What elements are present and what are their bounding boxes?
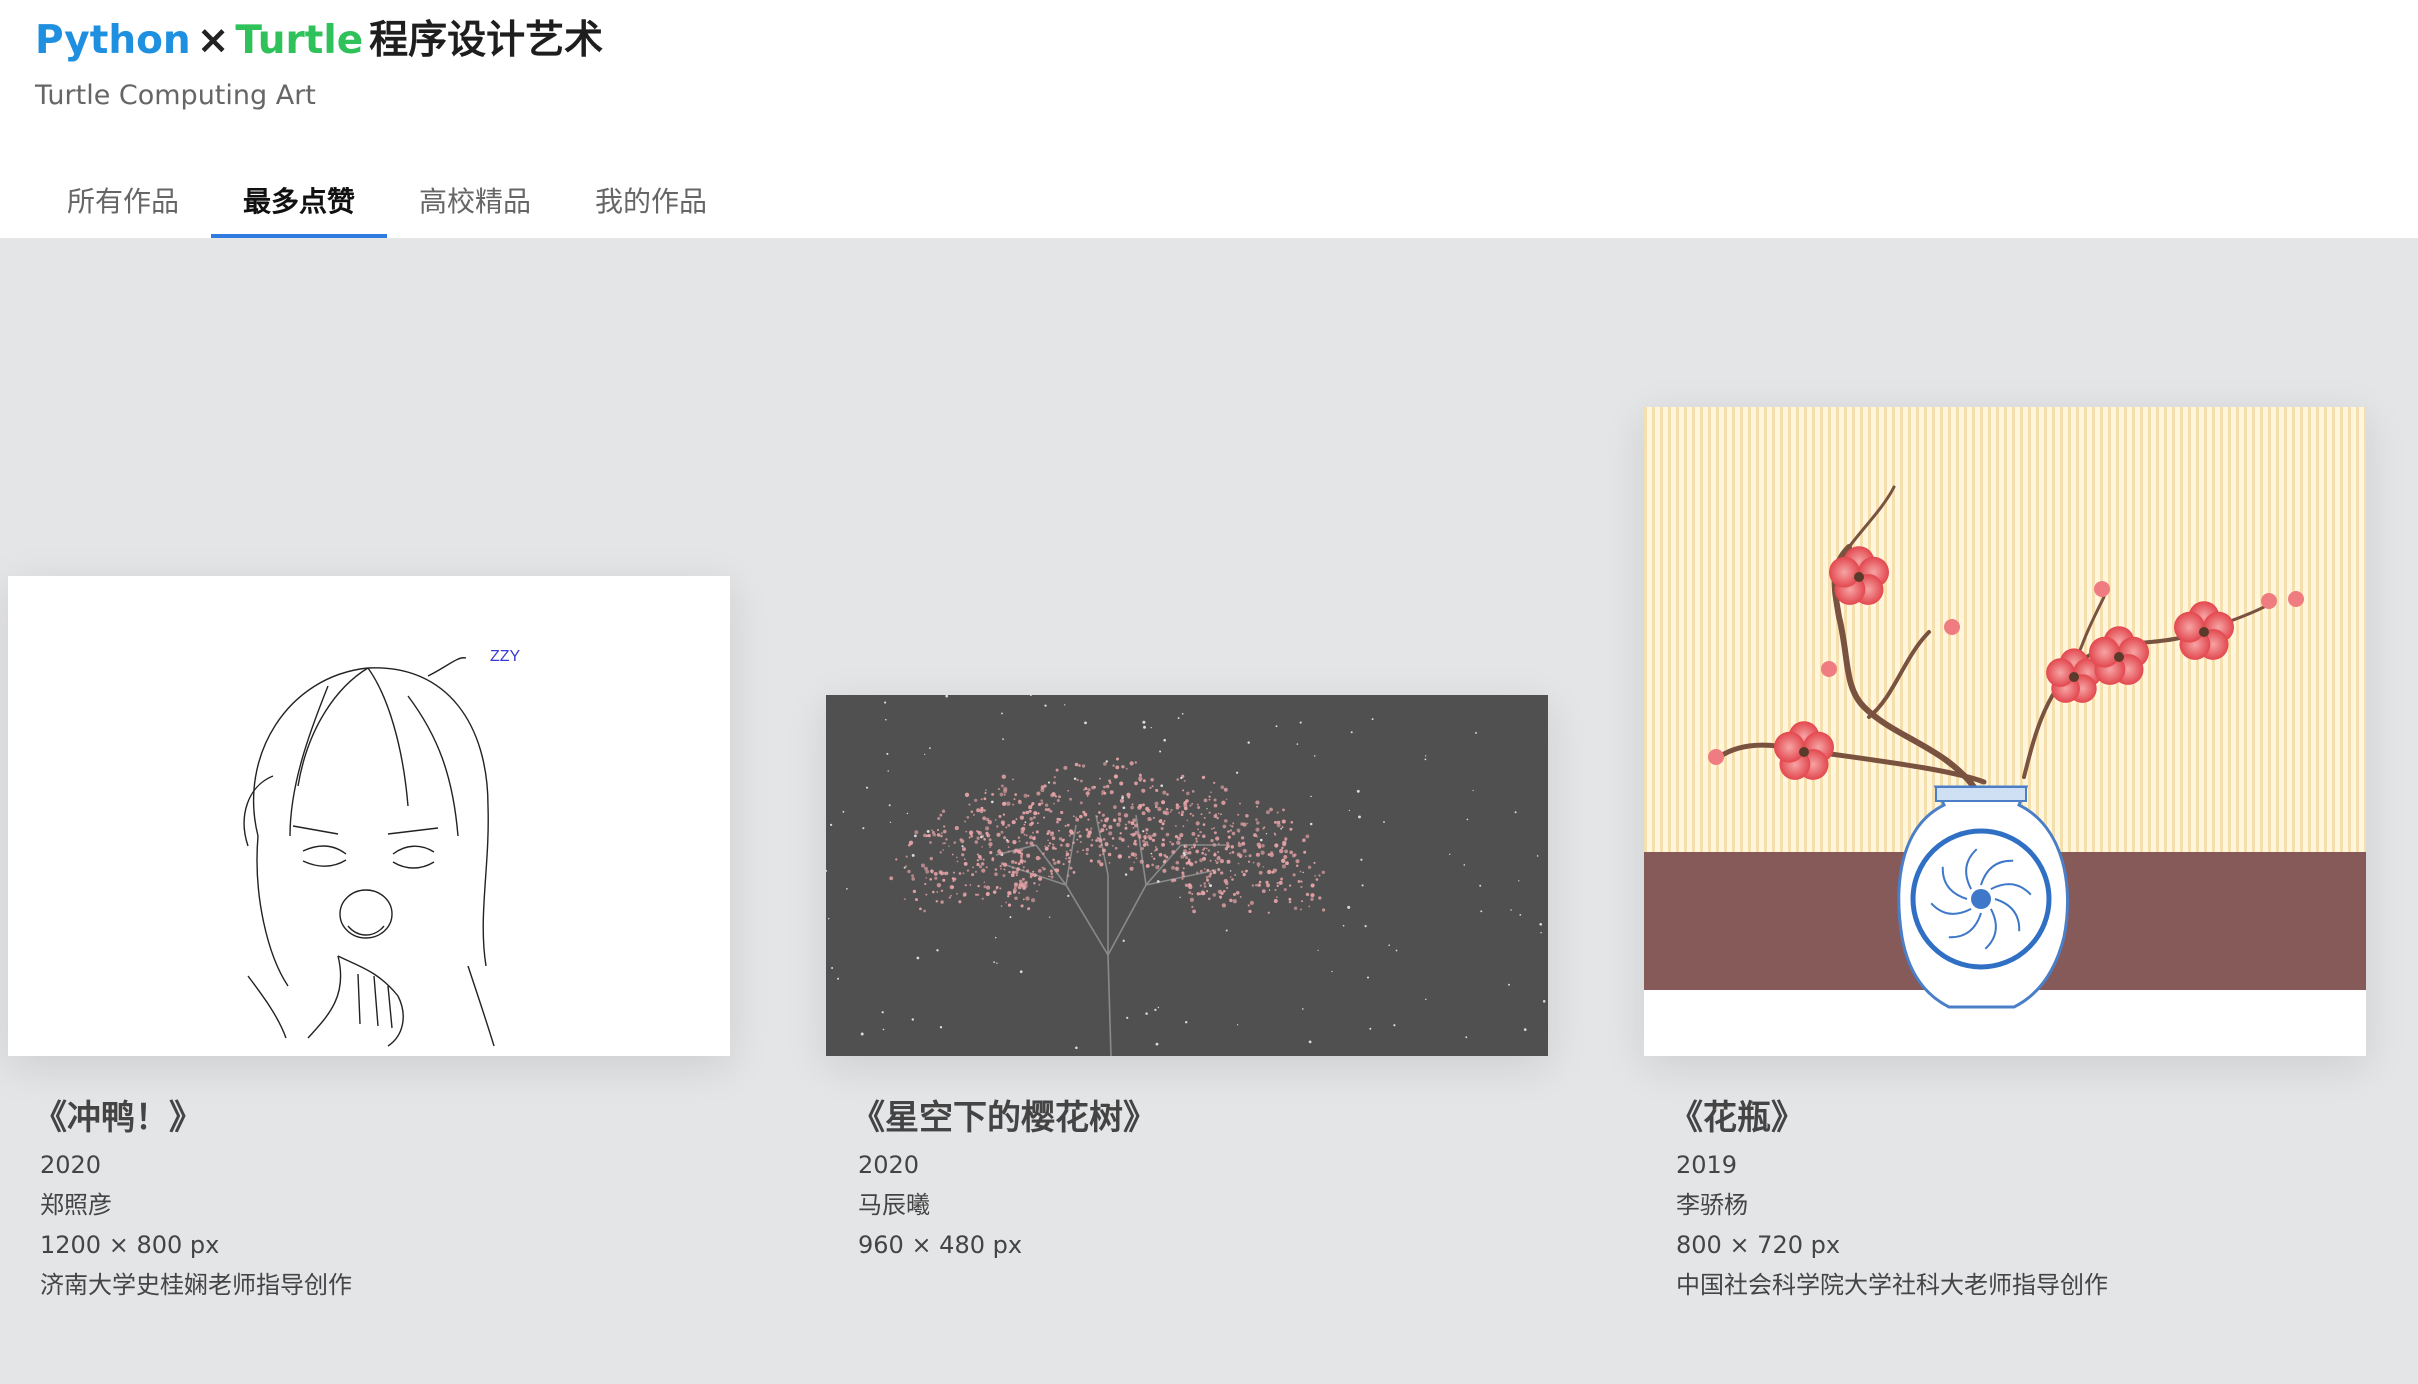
artwork-title[interactable]: 《星空下的樱花树》 (851, 1096, 1157, 1140)
artwork-size: 1200 × 800 px (40, 1231, 220, 1259)
artwork-author: 郑照彦 (40, 1191, 112, 1219)
artwork-author: 李骄杨 (1676, 1191, 1748, 1219)
page-subtitle: Turtle Computing Art (35, 80, 316, 111)
tab-my-works[interactable]: 我的作品 (563, 174, 739, 238)
artwork-title[interactable]: 《花瓶》 (1669, 1096, 1805, 1140)
artwork-year: 2020 (858, 1151, 920, 1179)
artwork-note: 济南大学史桂娴老师指导创作 (40, 1271, 352, 1299)
artwork-year: 2020 (40, 1151, 102, 1179)
page-header: Python × Turtle 程序设计艺术 Turtle Computing Art… (0, 0, 2418, 238)
artwork-year: 2019 (1676, 1151, 1738, 1179)
vase-drawing (1644, 407, 2366, 1056)
artwork-note: 中国社会科学院大学社科大老师指导创作 (1676, 1271, 2108, 1299)
title-chinese: 程序设计艺术 (369, 18, 604, 63)
tab-label: 所有作品 (66, 185, 179, 218)
tab-label: 最多点赞 (242, 185, 355, 218)
cherry-tree-drawing (826, 695, 1546, 1056)
title-python: Python (35, 18, 191, 63)
artwork-size: 800 × 720 px (1676, 1231, 1841, 1259)
striped-wallpaper (1644, 407, 2366, 852)
tree-branches (995, 814, 1226, 1056)
artwork-image-vase[interactable] (1644, 407, 2366, 1056)
tab-most-liked[interactable]: 最多点赞 (211, 174, 387, 238)
sketch-drawing: ZZY (243, 648, 521, 1047)
tab-label: 高校精品 (418, 185, 531, 218)
night-stars (826, 695, 1546, 1050)
artwork-title[interactable]: 《冲鸭！》 (33, 1096, 203, 1140)
artwork-size: 960 × 480 px (858, 1231, 1023, 1259)
title-times: × (196, 18, 230, 63)
title-turtle: Turtle (235, 18, 364, 63)
tab-all-works[interactable]: 所有作品 (35, 174, 211, 238)
tab-label: 我的作品 (594, 185, 707, 218)
page-title: Python × Turtle 程序设计艺术 (35, 14, 603, 68)
tab-university-picks[interactable]: 高校精品 (387, 174, 563, 238)
artwork-image-chongya[interactable]: ZZY (8, 576, 730, 1056)
artwork-author: 马辰曦 (858, 1191, 930, 1219)
artwork-signature: ZZY (490, 648, 521, 665)
artwork-image-cherry-tree[interactable] (826, 695, 1548, 1056)
